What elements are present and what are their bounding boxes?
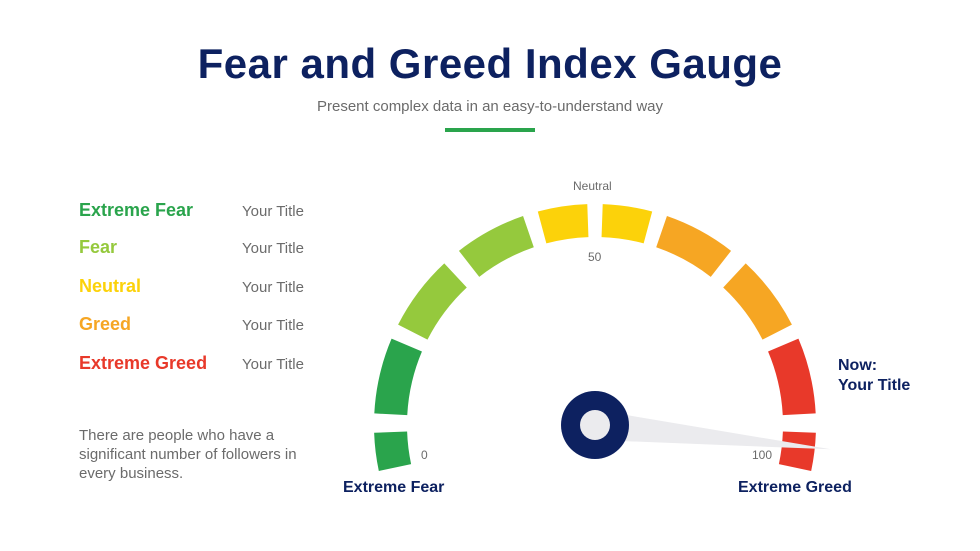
gauge-segment-fear <box>398 263 467 340</box>
gauge-left-end-label: Extreme Fear <box>343 479 445 496</box>
now-label-title: Your Title <box>838 377 911 394</box>
gauge-segment-extreme-greed <box>778 431 816 471</box>
gauge-segment-extreme-greed <box>768 338 816 416</box>
gauge-segment-greed <box>656 216 732 277</box>
gauge-tick-0: 0 <box>421 448 428 462</box>
gauge-hub-inner <box>580 410 610 440</box>
gauge-segment-extreme-fear <box>374 338 422 416</box>
now-label-prefix: Now: <box>838 357 878 374</box>
gauge-right-end-label: Extreme Greed <box>738 479 852 496</box>
gauge-top-label: Neutral <box>573 179 612 193</box>
gauge-segment-fear <box>458 216 534 277</box>
gauge-needle <box>593 410 831 450</box>
gauge-tick-50: 50 <box>588 250 602 264</box>
now-label: Now: Your Title <box>838 356 910 396</box>
gauge <box>374 204 831 471</box>
gauge-segment-neutral <box>601 204 653 244</box>
gauge-segment-neutral <box>537 204 589 244</box>
gauge-segment-extreme-fear <box>374 431 412 471</box>
gauge-tick-100: 100 <box>752 448 773 462</box>
gauge-segment-greed <box>723 263 792 340</box>
